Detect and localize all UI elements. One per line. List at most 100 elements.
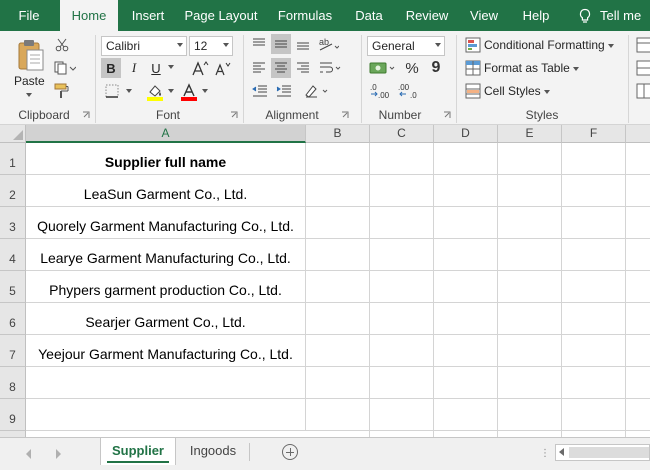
row-number: 4 xyxy=(9,252,16,266)
cell-a2[interactable]: LeaSun Garment Co., Ltd. xyxy=(26,175,306,207)
column-header-c[interactable]: C xyxy=(370,125,434,143)
increase-indent-icon[interactable] xyxy=(273,81,295,101)
fill-color-icon[interactable] xyxy=(144,81,166,103)
horizontal-scrollbar[interactable] xyxy=(555,444,650,461)
accounting-format-icon[interactable] xyxy=(367,58,399,78)
number-format-combo[interactable]: General xyxy=(367,36,445,56)
decrease-indent-icon[interactable] xyxy=(249,81,271,101)
column-header-f[interactable]: F xyxy=(562,125,626,143)
align-top-icon[interactable] xyxy=(249,34,269,54)
row-header[interactable]: 7 xyxy=(0,335,26,367)
paste-icon[interactable] xyxy=(10,37,50,73)
cell-a4[interactable]: Learye Garment Manufacturing Co., Ltd. xyxy=(26,239,306,271)
dialog-launcher-icon[interactable] xyxy=(82,111,90,119)
cell-styles-button[interactable]: Cell Styles xyxy=(484,83,550,99)
font-color-icon[interactable] xyxy=(178,81,200,103)
dialog-launcher-icon[interactable] xyxy=(341,111,349,119)
align-right-icon[interactable] xyxy=(293,58,313,78)
paste-dropdown-arrow[interactable] xyxy=(25,91,33,99)
row-header[interactable]: 2 xyxy=(0,175,26,207)
align-center-icon[interactable] xyxy=(271,58,291,78)
format-painter-icon[interactable] xyxy=(52,82,72,100)
row-header[interactable]: 8 xyxy=(0,367,26,399)
underline-button[interactable]: U xyxy=(146,58,166,78)
tab-insert[interactable]: Insert xyxy=(124,0,172,31)
row-header[interactable]: 5 xyxy=(0,271,26,303)
delete-cells-icon[interactable] xyxy=(636,59,650,77)
copy-icon[interactable] xyxy=(52,59,78,77)
column-header-e[interactable]: E xyxy=(498,125,562,143)
previous-sheet-icon[interactable] xyxy=(26,449,31,459)
format-cells-icon[interactable] xyxy=(636,82,650,100)
tab-split-handle[interactable]: ⋮ xyxy=(540,448,550,459)
insert-cells-icon[interactable] xyxy=(636,36,650,54)
cell-styles-icon[interactable] xyxy=(464,82,482,100)
tab-view[interactable]: View xyxy=(462,0,506,31)
italic-button[interactable]: I xyxy=(124,58,144,78)
font-name-combo[interactable]: Calibri xyxy=(101,36,187,56)
increase-decimal-icon[interactable]: .0.00 xyxy=(368,81,394,101)
tab-review[interactable]: Review xyxy=(400,0,454,31)
format-as-table-icon[interactable] xyxy=(464,59,482,77)
cell-a9[interactable] xyxy=(26,399,306,431)
sheet-tab-bar: Supplier Ingoods ⋮ xyxy=(0,437,650,470)
tab-data[interactable]: Data xyxy=(346,0,392,31)
column-header-a[interactable]: A xyxy=(26,125,306,143)
cut-icon[interactable] xyxy=(52,36,72,54)
cell-a5[interactable]: Phypers garment production Co., Ltd. xyxy=(26,271,306,303)
format-as-table-button[interactable]: Format as Table xyxy=(484,60,579,76)
percent-style-button[interactable]: % xyxy=(402,58,422,78)
row-header[interactable]: 1 xyxy=(0,143,26,175)
sheet-tab-supplier[interactable]: Supplier xyxy=(100,438,176,465)
column-header-partial[interactable] xyxy=(626,125,650,143)
column-header-d[interactable]: D xyxy=(434,125,498,143)
paste-button-label[interactable]: Paste xyxy=(14,73,45,89)
row-header[interactable]: 3 xyxy=(0,207,26,239)
fill-color-dropdown-arrow[interactable] xyxy=(166,86,176,96)
orientation-icon[interactable]: ab xyxy=(315,34,341,54)
alignment-group-label: Alignment xyxy=(265,108,319,122)
cell-a7[interactable]: Yeejour Garment Manufacturing Co., Ltd. xyxy=(26,335,306,367)
merge-center-icon[interactable] xyxy=(300,81,334,101)
increase-font-icon[interactable] xyxy=(190,58,210,78)
tab-file[interactable]: File xyxy=(0,0,58,31)
align-middle-icon[interactable] xyxy=(271,34,291,54)
decrease-decimal-icon[interactable]: .00.0 xyxy=(396,81,422,101)
tab-page-layout[interactable]: Page Layout xyxy=(180,0,262,31)
borders-dropdown-arrow[interactable] xyxy=(124,86,134,96)
excel-window: File Home Insert Page Layout Formulas Da… xyxy=(0,0,650,470)
row-header[interactable]: 9 xyxy=(0,399,26,431)
tab-formulas[interactable]: Formulas xyxy=(272,0,338,31)
underline-dropdown-arrow[interactable] xyxy=(166,62,176,72)
sheet-tab-ingoods[interactable]: Ingoods xyxy=(178,438,248,465)
align-left-icon[interactable] xyxy=(249,58,269,78)
font-color-dropdown-arrow[interactable] xyxy=(200,86,210,96)
tab-tell-me[interactable]: Tell me xyxy=(600,0,650,31)
row-header[interactable]: 4 xyxy=(0,239,26,271)
bold-button[interactable]: B xyxy=(101,58,121,78)
empty-cells-gridlines[interactable] xyxy=(306,143,650,437)
align-bottom-icon[interactable] xyxy=(293,34,313,54)
wrap-text-icon[interactable] xyxy=(317,58,343,78)
tab-help[interactable]: Help xyxy=(514,0,558,31)
column-header-b[interactable]: B xyxy=(306,125,370,143)
dialog-launcher-icon[interactable] xyxy=(443,111,451,119)
comma-style-button[interactable]: 9 xyxy=(426,58,446,78)
next-sheet-icon[interactable] xyxy=(56,449,61,459)
cell-a1[interactable]: Supplier full name xyxy=(26,143,306,175)
font-size-combo[interactable]: 12 xyxy=(189,36,233,56)
tab-home[interactable]: Home xyxy=(60,0,118,31)
cell-a3[interactable]: Quorely Garment Manufacturing Co., Ltd. xyxy=(26,207,306,239)
row-header[interactable]: 6 xyxy=(0,303,26,335)
cell-a6[interactable]: Searjer Garment Co., Ltd. xyxy=(26,303,306,335)
borders-icon[interactable] xyxy=(101,81,123,101)
select-all-button[interactable] xyxy=(0,125,26,143)
cell-a8[interactable] xyxy=(26,367,306,399)
scroll-left-icon[interactable] xyxy=(559,448,564,456)
decrease-font-icon[interactable] xyxy=(212,58,232,78)
new-sheet-icon[interactable] xyxy=(282,444,298,460)
scrollbar-thumb[interactable] xyxy=(569,447,649,458)
conditional-formatting-button[interactable]: Conditional Formatting xyxy=(484,37,614,53)
dialog-launcher-icon[interactable] xyxy=(230,111,238,119)
conditional-formatting-icon[interactable] xyxy=(464,36,482,54)
